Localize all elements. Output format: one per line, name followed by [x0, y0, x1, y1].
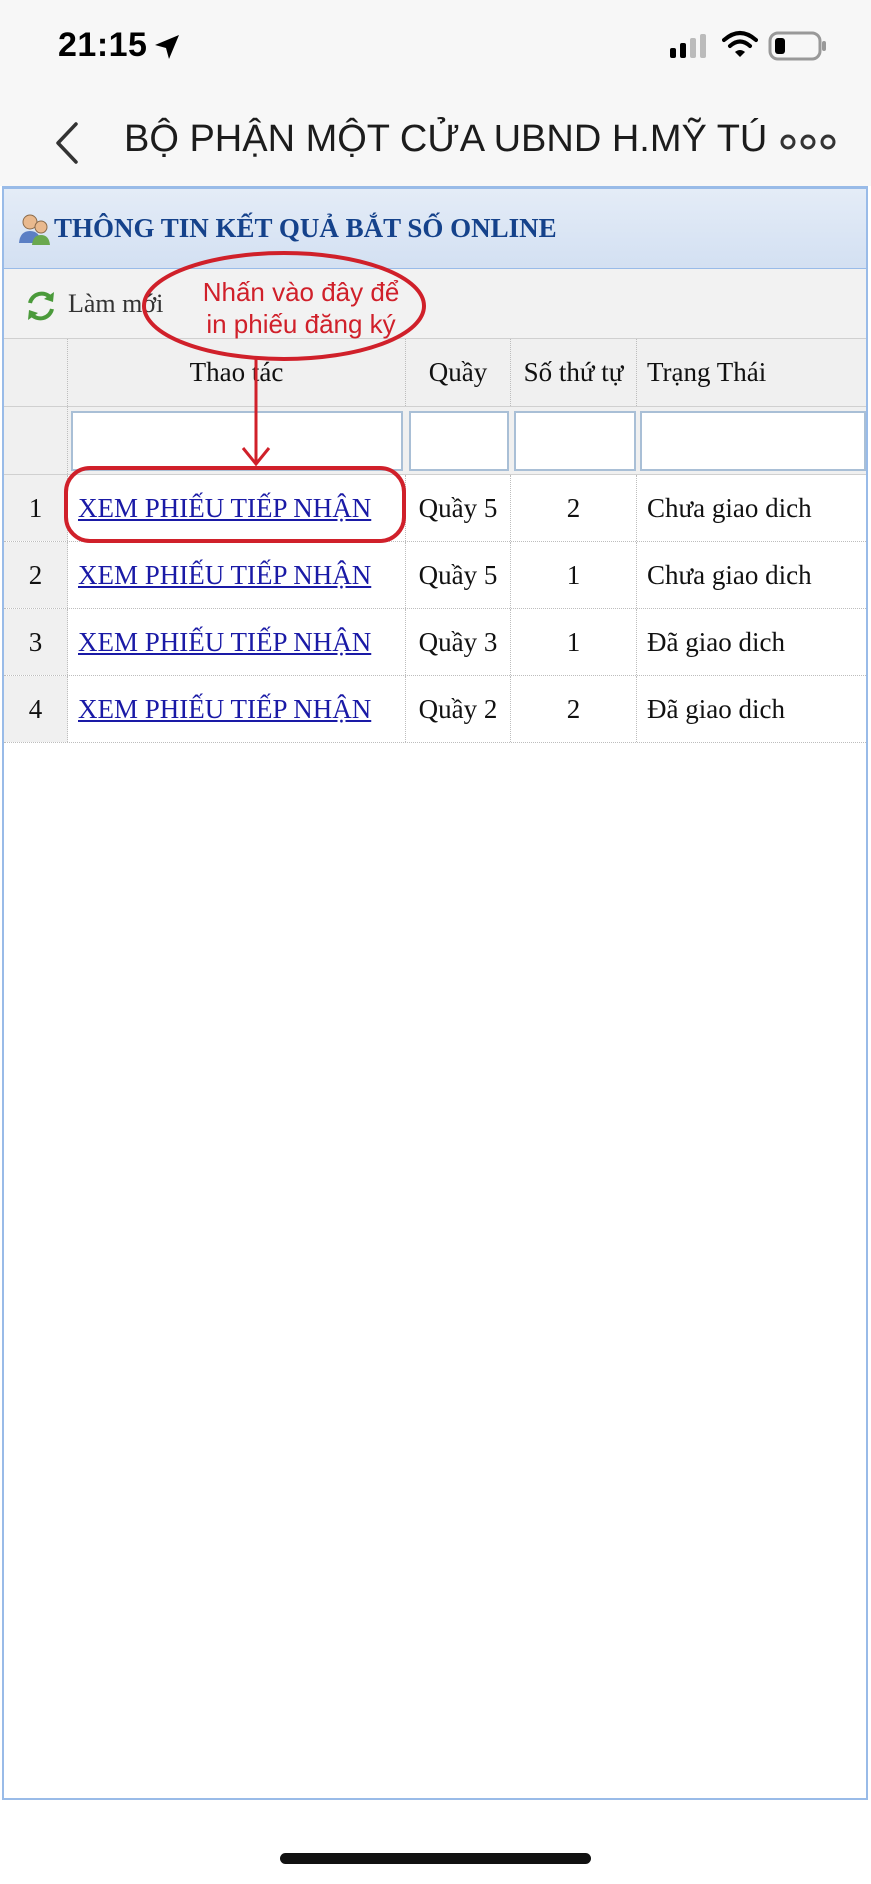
users-icon: [19, 214, 50, 245]
row-index: 2: [4, 542, 68, 608]
column-header-counter[interactable]: Quầy: [406, 339, 511, 406]
refresh-icon[interactable]: [24, 289, 58, 323]
status-cell: Chưa giao dich: [647, 492, 812, 523]
counter-cell: Quầy 3: [406, 609, 511, 675]
number-cell: 1: [511, 542, 637, 608]
view-receipt-link[interactable]: XEM PHIẾU TIẾP NHẬN: [78, 627, 371, 658]
home-indicator: [280, 1853, 591, 1864]
status-cell: Đã giao dich: [647, 626, 785, 657]
battery-icon: [768, 31, 826, 61]
status-time: 21:15: [58, 26, 148, 64]
table-row: 3 XEM PHIẾU TIẾP NHẬN Quầy 3 1 Đã giao d…: [4, 609, 866, 676]
view-receipt-link[interactable]: XEM PHIẾU TIẾP NHẬN: [78, 694, 371, 725]
more-icon[interactable]: [780, 130, 836, 154]
counter-cell: Quầy 2: [406, 676, 511, 742]
page-title: BỘ PHẬN MỘT CỬA UBND H.MỸ TÚ: [124, 118, 768, 160]
filter-counter-input[interactable]: [409, 411, 509, 471]
filter-status-input[interactable]: [640, 411, 866, 471]
number-cell: 1: [511, 609, 637, 675]
table-row: 1 XEM PHIẾU TIẾP NHẬN Quầy 5 2 Chưa giao…: [4, 475, 866, 542]
filter-number-input[interactable]: [514, 411, 636, 471]
web-content: THÔNG TIN KẾT QUẢ BẮT SỐ ONLINE Làm mới …: [2, 186, 868, 1800]
filter-action-input[interactable]: [71, 411, 403, 471]
counter-cell: Quầy 5: [406, 475, 511, 541]
table-row: 2 XEM PHIẾU TIẾP NHẬN Quầy 5 1 Chưa giao…: [4, 542, 866, 609]
number-cell: 2: [511, 475, 637, 541]
annotation-line-2: in phiếu đăng ký: [206, 309, 396, 339]
back-chevron-icon[interactable]: [52, 120, 82, 166]
signal-icon: [670, 34, 706, 58]
status-bar: 21:15: [0, 0, 871, 100]
annotation-text: Nhấn vào đây để in phiếu đăng ký: [166, 276, 436, 340]
grid-header-row: Thao tác Quầy Số thứ tự Trạng Thái: [4, 339, 866, 407]
column-header-action[interactable]: Thao tác: [68, 339, 406, 406]
panel-title: THÔNG TIN KẾT QUẢ BẮT SỐ ONLINE: [54, 213, 557, 243]
column-header-number[interactable]: Số thứ tự: [511, 339, 637, 406]
row-index: 1: [4, 475, 68, 541]
counter-cell: Quầy 5: [406, 542, 511, 608]
grid-filter-row: [4, 407, 866, 475]
view-receipt-link[interactable]: XEM PHIẾU TIẾP NHẬN: [78, 560, 371, 591]
wifi-icon: [722, 31, 758, 57]
annotation-line-1: Nhấn vào đây để: [202, 277, 400, 307]
column-header-index: [4, 339, 68, 406]
view-receipt-link[interactable]: XEM PHIẾU TIẾP NHẬN: [78, 493, 371, 524]
panel-header: THÔNG TIN KẾT QUẢ BẮT SỐ ONLINE: [4, 189, 866, 269]
row-index: 3: [4, 609, 68, 675]
row-index: 4: [4, 676, 68, 742]
number-cell: 2: [511, 676, 637, 742]
filter-index-cell: [4, 407, 68, 474]
navigation-bar: BỘ PHẬN MỘT CỬA UBND H.MỸ TÚ: [0, 100, 871, 186]
refresh-button[interactable]: Làm mới: [68, 289, 163, 319]
table-row: 4 XEM PHIẾU TIẾP NHẬN Quầy 2 2 Đã giao d…: [4, 676, 866, 743]
column-header-status[interactable]: Trạng Thái: [637, 339, 866, 406]
status-cell: Đã giao dich: [647, 693, 785, 724]
status-cell: Chưa giao dich: [647, 559, 812, 590]
location-arrow-icon: [155, 35, 179, 59]
